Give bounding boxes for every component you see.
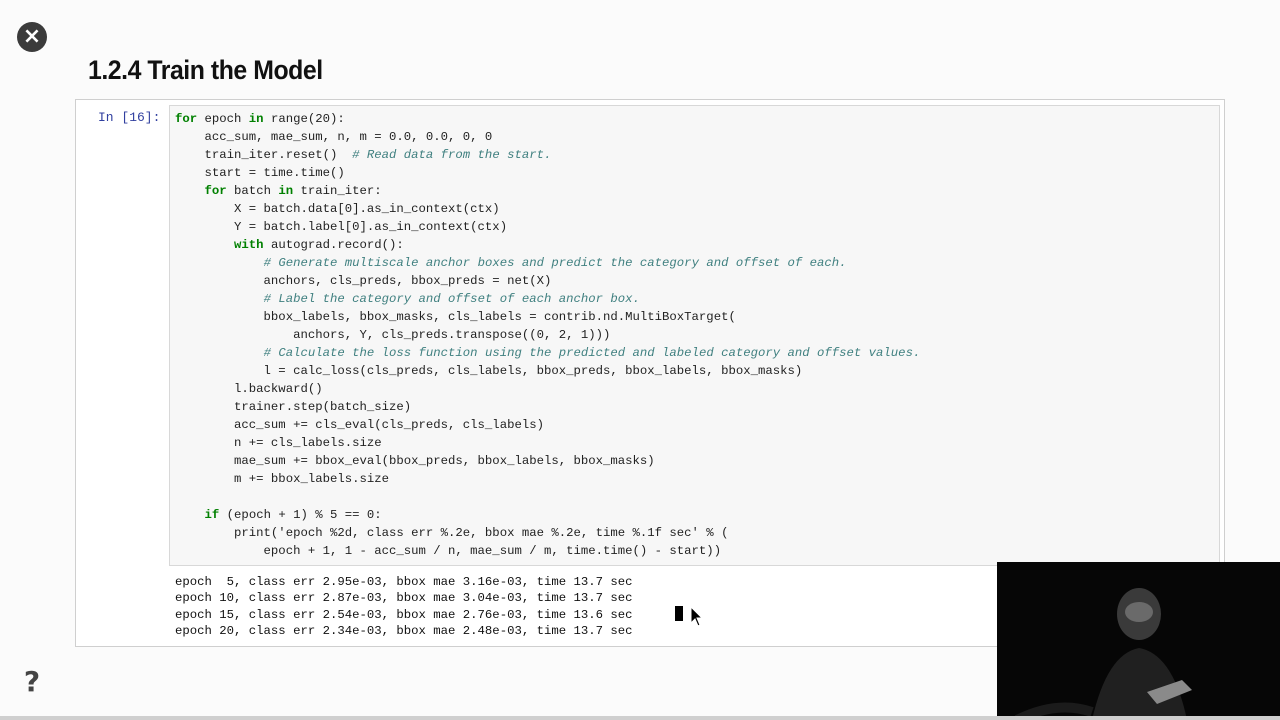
mouse-pointer-icon [690, 606, 704, 627]
input-prompt: In [16]: [98, 110, 161, 125]
window-bottom-border [0, 716, 1280, 720]
text-cursor [675, 606, 683, 621]
code-text[interactable]: for epoch in range(20): acc_sum, mae_sum… [175, 110, 920, 560]
webcam-overlay [997, 562, 1280, 720]
cell-output: epoch 5, class err 2.95e-03, bbox mae 3.… [175, 575, 633, 638]
close-icon[interactable]: × [17, 22, 47, 52]
section-heading: 1.2.4 Train the Model [88, 55, 323, 85]
help-icon[interactable]: ? [20, 666, 44, 698]
